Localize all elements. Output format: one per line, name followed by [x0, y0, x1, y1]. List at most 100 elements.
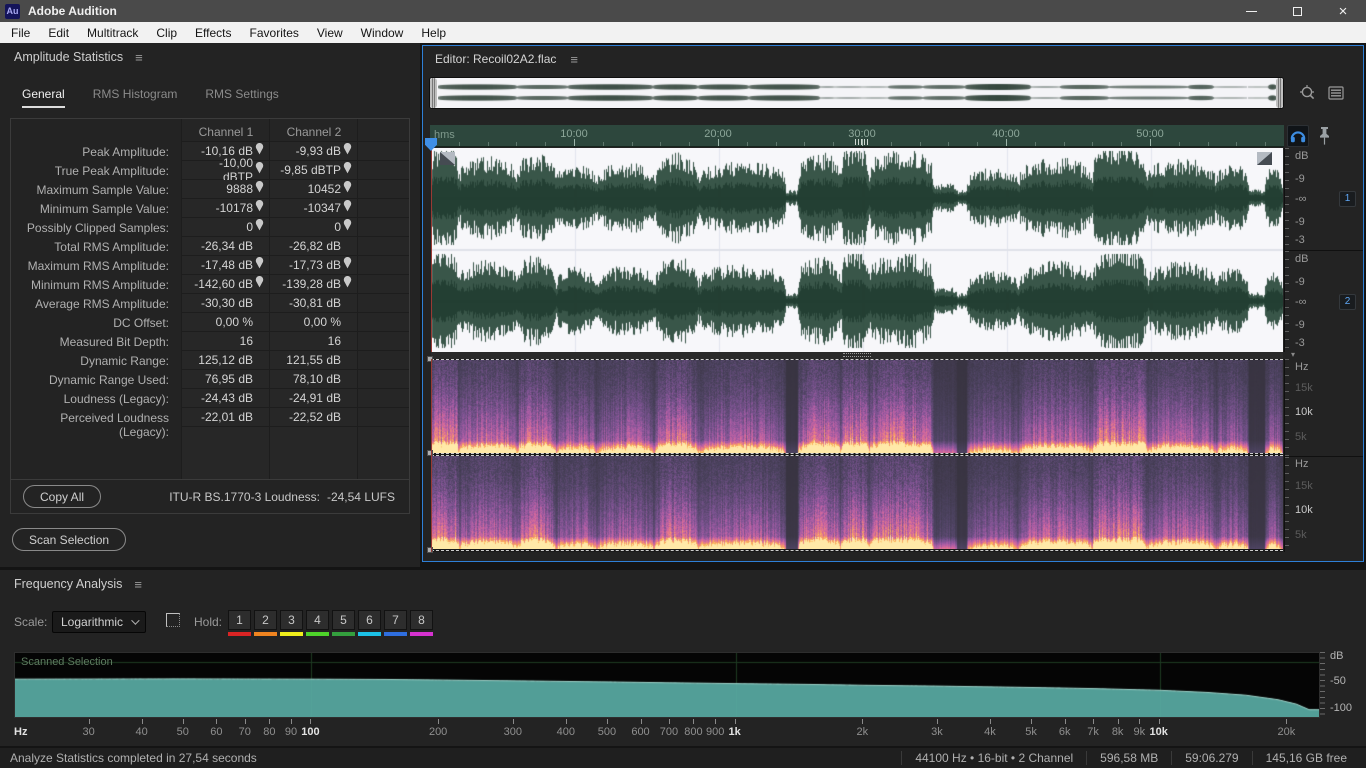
stats-row: Dynamic Range Used: 76,95 dB 78,10 dB	[11, 370, 409, 389]
tab-rms-histogram[interactable]: RMS Histogram	[93, 87, 178, 108]
spectrogram-channel-2[interactable]	[431, 456, 1283, 549]
menu-item-edit[interactable]: Edit	[39, 24, 78, 42]
hold-button-2[interactable]: 2	[254, 610, 277, 630]
selection-handle-left[interactable]	[440, 152, 455, 165]
marker-pin-icon[interactable]	[341, 161, 354, 179]
panel-menu-icon[interactable]: ≡	[134, 578, 142, 591]
hz-axis-unit: Hz	[14, 726, 28, 738]
amplitude-ruler[interactable]: dB -9 -∞ -9 -3 1 dB -9 -∞ -9 -3 2	[1284, 148, 1363, 352]
marker-pin-icon[interactable]	[253, 180, 266, 198]
overview-waveform[interactable]	[438, 78, 1277, 108]
hold-slot-4: 4	[306, 610, 329, 636]
tab-general[interactable]: General	[22, 87, 65, 108]
menu-item-view[interactable]: View	[308, 24, 352, 42]
restore-button[interactable]	[1274, 0, 1320, 22]
marker-pin-icon[interactable]	[253, 161, 266, 179]
frequency-ruler[interactable]: Hz 15k 10k 5k Hz 15k 10k 5k	[1284, 359, 1363, 552]
hz-tick	[640, 719, 642, 724]
playhead-line	[431, 148, 432, 352]
hold-button-7[interactable]: 7	[384, 610, 407, 630]
ruler-label: 15k	[1295, 382, 1313, 395]
hold-button-1[interactable]: 1	[228, 610, 251, 630]
timeline-minor-tick	[890, 142, 892, 146]
selection-border	[431, 455, 1283, 456]
menu-item-file[interactable]: File	[2, 24, 39, 42]
spectral-selection-handle[interactable]	[427, 450, 433, 456]
editor-panel-menu-icon[interactable]: ≡	[570, 53, 578, 66]
spectral-selection-handle[interactable]	[427, 356, 433, 362]
hold-button-8[interactable]: 8	[410, 610, 433, 630]
hold-button-3[interactable]: 3	[280, 610, 303, 630]
waveform-canvas[interactable]	[431, 148, 1283, 352]
marker-pin-icon[interactable]	[253, 142, 266, 160]
marker-pin-icon[interactable]	[341, 199, 354, 217]
hz-tick	[989, 719, 991, 724]
zoom-selection-icon[interactable]	[1299, 84, 1317, 102]
close-button[interactable]: ×	[1320, 0, 1366, 22]
hz-tick-label: 40	[135, 726, 148, 738]
hz-tick-label: 10k	[1149, 726, 1168, 738]
ruler-lane-channel-1: Hz 15k 10k 5k	[1285, 359, 1363, 456]
divider-grip-icon[interactable]	[843, 353, 871, 357]
menu-item-window[interactable]: Window	[352, 24, 413, 42]
status-message: Analyze Statistics completed in 27,54 se…	[10, 751, 257, 765]
stats-filler	[357, 351, 409, 370]
stats-filler	[357, 389, 409, 408]
scan-selection-button[interactable]: Scan Selection	[12, 528, 127, 551]
marker-pin-icon[interactable]	[253, 275, 266, 293]
hold-button-6[interactable]: 6	[358, 610, 381, 630]
timeline-minor-tick	[545, 142, 547, 146]
marker-pin-icon[interactable]	[341, 180, 354, 198]
stats-empty-cell	[181, 427, 269, 479]
overview-left-handle[interactable]	[430, 78, 437, 108]
stat-value-ch2: -9,93 dB	[269, 142, 357, 161]
channel-badge-1[interactable]: 1	[1339, 190, 1356, 207]
waveform-display[interactable]	[431, 148, 1283, 352]
marker-pin-icon[interactable]	[341, 218, 354, 236]
minimize-button[interactable]	[1228, 0, 1274, 22]
timeline-ruler[interactable]: hms 10:00 20:00 30:00 40:00 50:00	[425, 125, 1284, 151]
monitor-headphones-button[interactable]	[1287, 125, 1309, 147]
window-title: Adobe Audition	[28, 4, 117, 18]
overview-right-handle[interactable]	[1276, 78, 1283, 108]
hold-color-bar	[384, 632, 407, 636]
scale-dropdown[interactable]: Logarithmic	[52, 611, 146, 633]
spectral-selection-handle[interactable]	[427, 547, 433, 553]
panel-split-divider[interactable]	[431, 352, 1283, 359]
spectrogram-channel-1[interactable]	[431, 360, 1283, 453]
frequency-curve-canvas[interactable]	[15, 653, 1319, 717]
panel-menu-icon[interactable]: ≡	[135, 51, 143, 64]
editor-tab-title[interactable]: Editor: Recoil02A2.flac	[435, 52, 556, 66]
hold-button-4[interactable]: 4	[306, 610, 329, 630]
spectral-display[interactable]	[427, 356, 1283, 553]
marker-pin-icon[interactable]	[341, 256, 354, 274]
frequency-graph[interactable]: Scanned Selection	[14, 652, 1320, 718]
panel-title: Frequency Analysis	[14, 577, 123, 591]
stat-label: Average RMS Amplitude:	[35, 297, 169, 311]
stat-label: Dynamic Range Used:	[48, 373, 169, 387]
marker-pin-icon[interactable]	[253, 199, 266, 217]
marker-pin-icon[interactable]	[253, 218, 266, 236]
selection-handle-right[interactable]	[1257, 152, 1272, 165]
menu-item-favorites[interactable]: Favorites	[241, 24, 308, 42]
pin-icon[interactable]	[1318, 126, 1331, 146]
stat-value: 78,10 dB	[292, 372, 341, 386]
menu-item-help[interactable]: Help	[412, 24, 455, 42]
copy-all-button[interactable]: Copy All	[23, 485, 102, 508]
menu-item-effects[interactable]: Effects	[186, 24, 240, 42]
duration: 59:06.279	[1171, 751, 1251, 765]
marker-pin-icon[interactable]	[341, 275, 354, 293]
menu-item-clip[interactable]: Clip	[147, 24, 186, 42]
marquee-selection-icon[interactable]	[166, 613, 180, 627]
levels-list-icon[interactable]	[1328, 85, 1344, 101]
marker-pin-icon[interactable]	[341, 142, 354, 160]
collapse-arrow-icon[interactable]: ▾	[1291, 350, 1295, 359]
channel-badge-2[interactable]: 2	[1339, 293, 1356, 310]
tab-rms-settings[interactable]: RMS Settings	[205, 87, 278, 108]
overview-navigator[interactable]	[429, 77, 1284, 109]
marker-pin-icon[interactable]	[253, 256, 266, 274]
hold-button-5[interactable]: 5	[332, 610, 355, 630]
hz-tick-label: 4k	[984, 726, 996, 738]
frequency-analysis-panel: Frequency Analysis ≡ Scale: Logarithmic …	[0, 570, 1366, 746]
menu-item-multitrack[interactable]: Multitrack	[78, 24, 147, 42]
